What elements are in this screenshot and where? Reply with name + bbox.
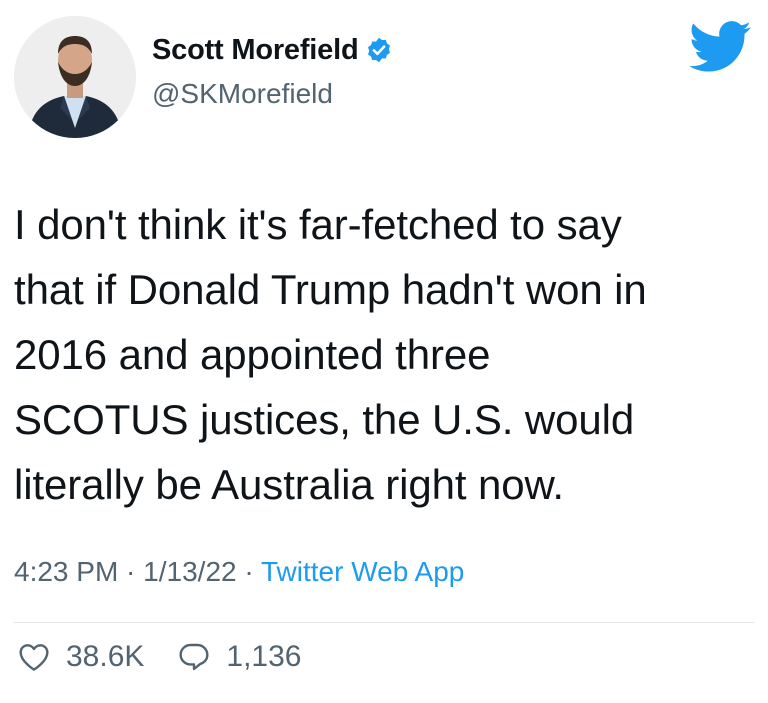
tweet-text-line: 2016 and appointed three	[14, 331, 491, 378]
profile-photo	[14, 16, 136, 138]
reply-icon	[179, 643, 209, 671]
name-row: Scott Morefield	[152, 30, 393, 70]
reply-button[interactable]: 1,136	[178, 640, 301, 674]
tweet-meta: 4:23 PM · 1/13/22 · Twitter Web App	[14, 556, 464, 588]
meta-separator: ·	[118, 556, 144, 587]
reply-count: 1,136	[226, 640, 302, 673]
tweet-text-line: that if Donald Trump hadn't won in	[14, 266, 647, 313]
tweet-date[interactable]: 1/13/22	[143, 556, 236, 587]
verified-badge-icon	[368, 37, 391, 63]
tweet-text-line: SCOTUS justices, the U.S. would	[14, 396, 635, 443]
tweet-time[interactable]: 4:23 PM	[14, 556, 118, 587]
tweet-text: I don't think it's far-fetched to say th…	[14, 192, 759, 517]
twitter-bird-icon	[690, 21, 751, 72]
author-info: Scott Morefield @SKMorefield	[152, 30, 393, 110]
tweet-card: Scott Morefield @SKMorefield I don't thi…	[0, 0, 768, 703]
divider	[14, 622, 754, 623]
tweet-text-line: literally be Australia right now.	[14, 461, 564, 508]
meta-separator: ·	[236, 556, 261, 587]
avatar[interactable]	[14, 16, 136, 138]
tweet-actions: 38.6K 1,136	[18, 640, 335, 674]
tweet-source[interactable]: Twitter Web App	[261, 556, 464, 587]
tweet-text-line: I don't think it's far-fetched to say	[14, 201, 622, 248]
like-count: 38.6K	[66, 640, 145, 673]
like-button[interactable]: 38.6K	[18, 640, 144, 674]
display-name[interactable]: Scott Morefield	[152, 34, 359, 67]
handle[interactable]: @SKMorefield	[152, 78, 393, 110]
heart-icon	[19, 644, 49, 671]
